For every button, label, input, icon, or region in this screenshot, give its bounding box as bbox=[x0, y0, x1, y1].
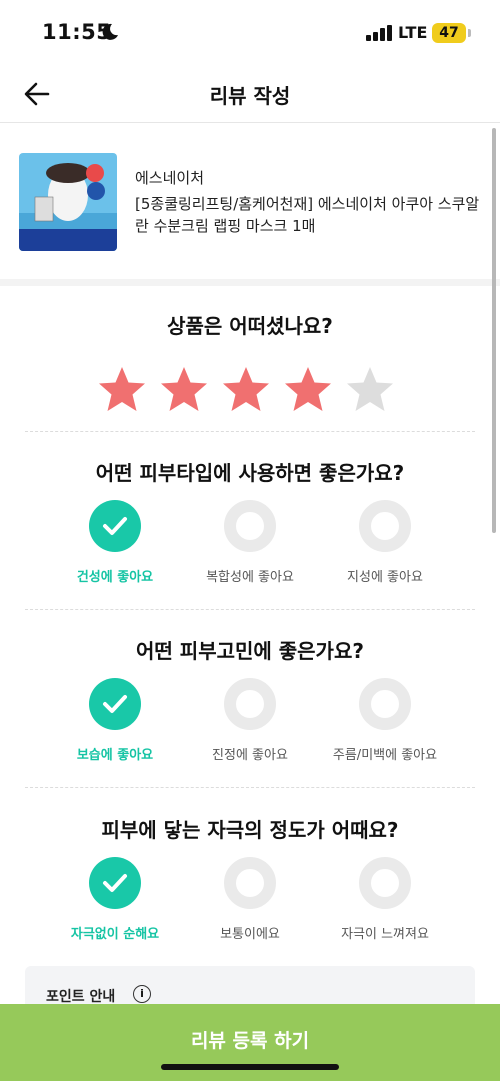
option-skin_type-1[interactable]: 복합성에 좋아요 bbox=[180, 500, 320, 585]
network-type: LTE bbox=[398, 23, 428, 42]
signal-icon bbox=[366, 25, 392, 41]
product-name: [5종쿨링리프팅/홈케어천재] 에스네이처 아쿠아 스쿠알란 수분크림 랩핑 마… bbox=[135, 195, 480, 235]
option-label: 자극없이 순해요 bbox=[70, 927, 160, 942]
option-label: 보습에 좋아요 bbox=[76, 748, 154, 763]
option-label: 주름/미백에 좋아요 bbox=[332, 748, 438, 763]
option-skin_concern-0[interactable]: 보습에 좋아요 bbox=[45, 678, 185, 763]
option-irritation-1[interactable]: 보통이에요 bbox=[180, 857, 320, 942]
scrollbar[interactable] bbox=[492, 128, 496, 533]
rating-question: 상품은 어떠셨나요? bbox=[167, 314, 333, 338]
dashed-divider bbox=[25, 609, 475, 610]
skin-concern-question: 어떤 피부고민에 좋은가요? bbox=[136, 639, 364, 663]
battery-tip bbox=[468, 29, 471, 37]
point-notice-title: 포인트 안내 bbox=[46, 989, 116, 1005]
option-skin_type-2[interactable]: 지성에 좋아요 bbox=[315, 500, 455, 585]
radio-icon bbox=[359, 500, 411, 552]
home-indicator bbox=[161, 1064, 339, 1070]
app-header: 리뷰 작성 bbox=[0, 66, 500, 123]
option-label: 자극이 느껴져요 bbox=[341, 927, 429, 942]
option-irritation-2[interactable]: 자극이 느껴져요 bbox=[315, 857, 455, 942]
option-label: 보통이에요 bbox=[220, 927, 280, 942]
product-brand: 에스네이처 bbox=[135, 169, 205, 187]
option-skin_type-0[interactable]: 건성에 좋아요 bbox=[45, 500, 185, 585]
star-rating[interactable] bbox=[97, 365, 407, 413]
radio-icon bbox=[224, 678, 276, 730]
info-icon[interactable]: i bbox=[133, 985, 151, 1003]
option-skin_concern-1[interactable]: 진정에 좋아요 bbox=[180, 678, 320, 763]
radio-icon bbox=[224, 857, 276, 909]
check-icon bbox=[89, 678, 141, 730]
option-label: 지성에 좋아요 bbox=[347, 570, 423, 585]
radio-icon bbox=[224, 500, 276, 552]
radio-icon bbox=[359, 678, 411, 730]
skin-type-question: 어떤 피부타입에 사용하면 좋은가요? bbox=[95, 461, 405, 485]
page-title: 리뷰 작성 bbox=[209, 84, 291, 108]
star-icon[interactable] bbox=[221, 365, 271, 413]
option-label: 복합성에 좋아요 bbox=[206, 570, 294, 585]
option-label: 진정에 좋아요 bbox=[212, 748, 288, 763]
star-icon[interactable] bbox=[283, 365, 333, 413]
moon-icon bbox=[102, 23, 118, 40]
option-skin_concern-2[interactable]: 주름/미백에 좋아요 bbox=[315, 678, 455, 763]
section-divider bbox=[0, 279, 500, 286]
check-icon bbox=[89, 500, 141, 552]
dashed-divider bbox=[25, 431, 475, 432]
option-irritation-0[interactable]: 자극없이 순해요 bbox=[45, 857, 185, 942]
radio-icon bbox=[359, 857, 411, 909]
star-icon[interactable] bbox=[97, 365, 147, 413]
dashed-divider bbox=[25, 787, 475, 788]
status-bar: 11:55 LTE 47 bbox=[0, 0, 500, 66]
battery-icon: 47 bbox=[432, 23, 466, 43]
star-icon[interactable] bbox=[159, 365, 209, 413]
option-label: 건성에 좋아요 bbox=[76, 570, 154, 585]
check-icon bbox=[89, 857, 141, 909]
product-image bbox=[19, 153, 117, 251]
product-summary: 에스네이처 [5종쿨링리프팅/홈케어천재] 에스네이처 아쿠아 스쿠알란 수분크… bbox=[0, 123, 500, 279]
star-icon[interactable] bbox=[345, 365, 395, 413]
irritation-question: 피부에 닿는 자극의 정도가 어때요? bbox=[101, 818, 399, 842]
